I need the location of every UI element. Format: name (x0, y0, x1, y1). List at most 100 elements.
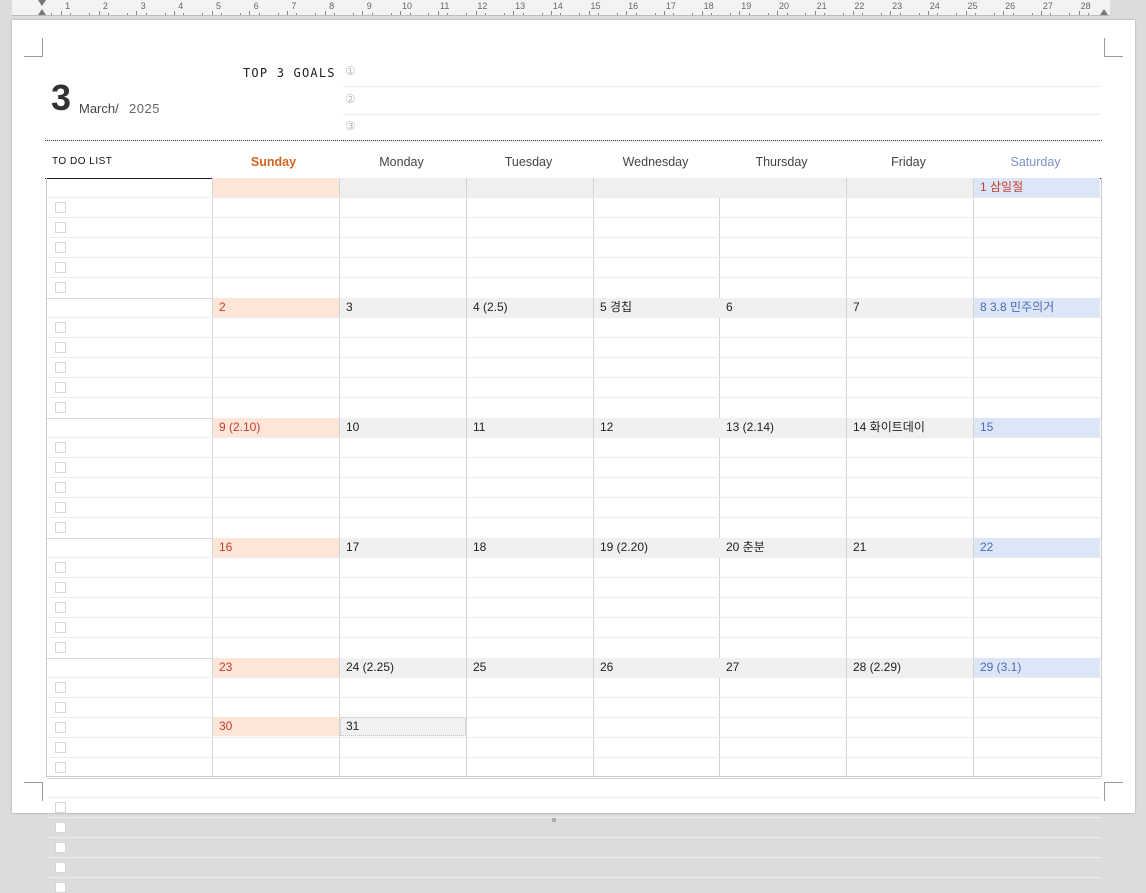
day-cell[interactable] (847, 558, 973, 658)
day-label: 8 3.8 민주의거 (980, 300, 1055, 314)
day-cell[interactable] (340, 198, 466, 298)
todo-checkbox[interactable] (55, 222, 66, 233)
day-cell[interactable] (594, 558, 720, 658)
todo-checkbox[interactable] (55, 742, 66, 753)
todo-checkbox[interactable] (55, 322, 66, 333)
day-header-7[interactable] (847, 298, 973, 317)
day-cell[interactable] (340, 558, 466, 658)
day-cell[interactable] (340, 318, 466, 418)
horizontal-ruler[interactable]: 1 2 3 4 5 6 7 8 9 10 11 12 13 14 15 16 17 18 19 20 21 22 23 24 2… (12, 0, 1110, 16)
todo-checkbox[interactable] (55, 462, 66, 473)
day-label: 18 (473, 540, 487, 554)
day-cell[interactable] (213, 198, 339, 298)
day-cell[interactable] (467, 678, 593, 778)
ruler-tick (937, 13, 939, 15)
day-cell[interactable] (594, 438, 720, 538)
todo-checkbox[interactable] (55, 762, 66, 773)
todo-checkbox[interactable] (55, 442, 66, 453)
resize-grip-icon[interactable] (552, 818, 556, 822)
todo-checkbox[interactable] (55, 262, 66, 273)
day-cell[interactable] (213, 438, 339, 538)
todo-checkbox[interactable] (55, 342, 66, 353)
todo-checkbox[interactable] (55, 562, 66, 573)
todo-checkbox[interactable] (55, 242, 66, 253)
day-cell[interactable] (720, 198, 846, 298)
day-cell[interactable] (467, 318, 593, 418)
todo-checkbox[interactable] (55, 282, 66, 293)
goal-row-3[interactable]: ③ (343, 114, 1101, 142)
day-cell[interactable] (974, 678, 1100, 778)
todo-checkbox[interactable] (55, 822, 66, 833)
todo-checkbox[interactable] (55, 522, 66, 533)
ruler-tick (484, 13, 486, 15)
ruler-tick (409, 13, 411, 15)
todo-checkbox[interactable] (55, 682, 66, 693)
day-cell[interactable] (974, 198, 1100, 298)
ruler-margin-marker[interactable] (38, 0, 46, 6)
day-cell[interactable] (594, 198, 720, 298)
todo-checkbox[interactable] (55, 882, 66, 893)
todo-checkbox[interactable] (55, 622, 66, 633)
day-header-blank[interactable] (720, 178, 846, 197)
todo-checkbox[interactable] (55, 722, 66, 733)
day-header-blank[interactable] (594, 178, 720, 197)
day-cell[interactable] (847, 678, 973, 778)
ruler-margin-marker[interactable] (1100, 9, 1108, 15)
day-label: 20 춘분 (726, 540, 765, 554)
day-cell[interactable] (974, 318, 1100, 418)
todo-checkbox[interactable] (55, 862, 66, 873)
day-cell[interactable] (847, 438, 973, 538)
day-header-3[interactable] (340, 298, 466, 317)
day-cell[interactable] (974, 558, 1100, 658)
day-cell[interactable] (720, 678, 846, 778)
ruler-tick (239, 13, 241, 15)
month-name: March/ (79, 101, 119, 116)
todo-checkbox[interactable] (55, 582, 66, 593)
day-cell[interactable] (467, 558, 593, 658)
todo-checkbox[interactable] (55, 502, 66, 513)
day-cell[interactable] (594, 678, 720, 778)
todo-checkbox[interactable] (55, 382, 66, 393)
todo-checkbox[interactable] (55, 602, 66, 613)
day-cell[interactable] (213, 558, 339, 658)
ruler-tick (145, 13, 147, 15)
ruler-tick (861, 13, 863, 15)
day-cell[interactable] (213, 318, 339, 418)
day-header-blank[interactable] (340, 178, 466, 197)
day-cell[interactable] (340, 438, 466, 538)
day-header-6[interactable] (720, 298, 846, 317)
day-cell[interactable] (720, 558, 846, 658)
day-header-blank[interactable] (213, 178, 339, 197)
ruler-number: 17 (665, 1, 676, 11)
todo-checkbox[interactable] (55, 642, 66, 653)
day-cell[interactable] (847, 198, 973, 298)
day-header-2[interactable] (213, 298, 339, 317)
todo-checkbox[interactable] (55, 842, 66, 853)
ruler-tick (598, 13, 600, 15)
day-cell[interactable] (720, 318, 846, 418)
todo-checkbox[interactable] (55, 402, 66, 413)
day-header-11[interactable] (467, 418, 593, 437)
day-header-blank[interactable] (847, 178, 973, 197)
ruler-tick (353, 13, 355, 15)
day-header-blank[interactable] (467, 178, 593, 197)
day-cell[interactable] (467, 438, 593, 538)
ruler-tick (975, 13, 977, 15)
goal-row-2[interactable]: ② (343, 87, 1101, 115)
day-cell[interactable] (847, 318, 973, 418)
day-label: 7 (853, 300, 860, 314)
ruler-number: 11 (440, 1, 450, 11)
goal-row-1[interactable]: ① (343, 59, 1101, 87)
todo-checkbox[interactable] (55, 202, 66, 213)
todo-checkbox[interactable] (55, 702, 66, 713)
day-cell[interactable] (594, 318, 720, 418)
todo-checkbox[interactable] (55, 482, 66, 493)
day-label: 28 (2.29) (853, 660, 902, 674)
day-cell[interactable] (974, 438, 1100, 538)
ruler-margin-marker[interactable] (38, 9, 46, 15)
day-cell[interactable] (467, 198, 593, 298)
day-cell[interactable] (720, 438, 846, 538)
weekday-saturday: Saturday (1010, 155, 1061, 169)
todo-checkbox[interactable] (55, 802, 66, 813)
todo-checkbox[interactable] (55, 362, 66, 373)
